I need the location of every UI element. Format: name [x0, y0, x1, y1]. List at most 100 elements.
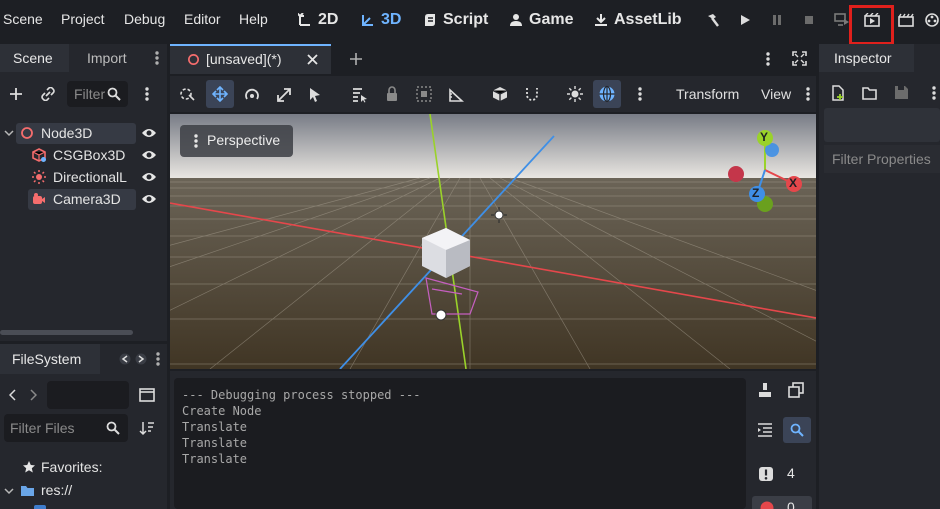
- view-menu[interactable]: View: [761, 86, 791, 102]
- movie-maker-button[interactable]: [924, 10, 940, 30]
- plus-icon: [10, 88, 22, 100]
- kebab-menu-icon[interactable]: [638, 87, 642, 101]
- close-icon[interactable]: [307, 54, 318, 65]
- new-resource-icon[interactable]: [831, 85, 845, 101]
- select-mode-icon[interactable]: [180, 87, 196, 103]
- scale-mode-icon[interactable]: [276, 87, 292, 103]
- pause-button[interactable]: [768, 10, 786, 30]
- add-tab-icon[interactable]: [349, 52, 363, 66]
- scene-tree-options-button[interactable]: [141, 84, 153, 104]
- inspector-dock: Inspector Filter Properties: [819, 44, 940, 509]
- tab-filesystem[interactable]: FileSystem: [12, 351, 81, 367]
- workspace-assetlib-button[interactable]: AssetLib: [594, 9, 682, 31]
- visibility-eye-icon[interactable]: [141, 193, 157, 205]
- cursor-icon[interactable]: [308, 87, 322, 103]
- subfolder-icon-partial: [34, 505, 46, 509]
- object-selector[interactable]: [824, 108, 940, 142]
- output-log[interactable]: --- Debugging process stopped --- Create…: [174, 378, 746, 509]
- filesystem-menu-button[interactable]: [153, 351, 163, 367]
- orientation-gizmo[interactable]: Y X Z: [722, 128, 808, 218]
- workspace-3d-button[interactable]: 3D: [361, 9, 401, 31]
- tab-scene[interactable]: Scene: [13, 50, 53, 66]
- favorites-star-icon: [23, 461, 35, 473]
- warnings-filter-button[interactable]: 4: [752, 461, 804, 487]
- run-custom-scene-button[interactable]: [896, 10, 916, 30]
- list-select-icon[interactable]: [352, 87, 368, 103]
- tree-item-csgbox3d[interactable]: CSGBox3D: [0, 144, 166, 166]
- ruler-icon[interactable]: [448, 87, 464, 103]
- search-output-button[interactable]: [783, 417, 811, 443]
- scene-tab[interactable]: [unsaved](*): [170, 44, 331, 74]
- perspective-menu-button[interactable]: Perspective: [180, 125, 293, 157]
- play-button[interactable]: [736, 10, 754, 30]
- menu-help[interactable]: Help: [239, 11, 268, 27]
- horizontal-scrollbar[interactable]: [0, 330, 133, 335]
- copy-output-icon[interactable]: [788, 382, 804, 398]
- dock-move-arrows-icon[interactable]: [118, 353, 148, 365]
- clear-output-icon[interactable]: [758, 382, 772, 398]
- visibility-eye-icon[interactable]: [141, 171, 157, 183]
- path-input[interactable]: [47, 381, 129, 409]
- res-root-item[interactable]: res://: [41, 482, 72, 498]
- folder-icon: [21, 486, 34, 496]
- move-mode-button[interactable]: [206, 80, 234, 108]
- stop-button[interactable]: [800, 10, 818, 30]
- visibility-eye-icon[interactable]: [141, 127, 157, 139]
- menu-debug[interactable]: Debug: [124, 11, 165, 27]
- script-icon: [425, 14, 435, 26]
- filter-files-input[interactable]: Filter Files: [4, 414, 128, 442]
- tab-import[interactable]: Import: [87, 50, 127, 66]
- snap-icon[interactable]: [524, 86, 540, 102]
- kebab-menu-icon[interactable]: [766, 52, 770, 66]
- node3d-icon: [21, 127, 33, 139]
- viewport-toolbar: Transform View: [170, 76, 816, 112]
- scene-dock-menu-button[interactable]: [151, 50, 163, 66]
- rotate-mode-icon[interactable]: [244, 87, 260, 103]
- nav-forward-button[interactable]: [27, 386, 39, 404]
- errors-filter-button[interactable]: 0: [752, 496, 812, 509]
- environment-preview-button[interactable]: [593, 80, 621, 108]
- search-icon: [107, 87, 121, 101]
- play-icon: [741, 15, 750, 25]
- tree-item-camera3d[interactable]: Camera3D: [0, 188, 166, 210]
- workspace-script-button[interactable]: Script: [423, 9, 488, 31]
- directional-light-icon: [32, 170, 46, 184]
- save-icon[interactable]: [894, 85, 909, 100]
- kebab-menu-icon[interactable]: [806, 87, 810, 101]
- instance-scene-button[interactable]: [38, 84, 58, 104]
- collapse-messages-icon[interactable]: [757, 422, 773, 438]
- scene-filter-input[interactable]: Filter: [67, 81, 128, 107]
- 3d-viewport[interactable]: Perspective Y X Z: [170, 114, 816, 369]
- transform-menu[interactable]: Transform: [676, 86, 739, 102]
- menu-scene[interactable]: Scene: [3, 11, 43, 27]
- menu-bar: Scene Project Debug Editor Help 2D 3D Sc…: [0, 0, 940, 45]
- local-space-icon[interactable]: [492, 86, 508, 102]
- workspace-2d-button[interactable]: 2D: [298, 9, 338, 31]
- add-node-button[interactable]: [6, 84, 26, 104]
- tree-item-node3d[interactable]: Node3D: [0, 122, 166, 144]
- nav-back-button[interactable]: [7, 386, 19, 404]
- toggle-split-mode-button[interactable]: [137, 386, 157, 404]
- menu-project[interactable]: Project: [61, 11, 105, 27]
- open-folder-icon[interactable]: [862, 86, 878, 100]
- build-button[interactable]: [704, 10, 722, 30]
- pause-icon: [773, 15, 781, 25]
- kebab-menu-icon[interactable]: [932, 86, 936, 100]
- favorites-label[interactable]: Favorites:: [41, 459, 102, 475]
- lock-icon[interactable]: [385, 86, 399, 102]
- tab-inspector[interactable]: Inspector: [834, 50, 892, 66]
- kebab-menu-icon: [155, 51, 159, 65]
- menu-editor[interactable]: Editor: [184, 11, 221, 27]
- group-icon[interactable]: [416, 86, 432, 102]
- sort-icon: [139, 422, 154, 436]
- sun-preview-icon[interactable]: [567, 86, 583, 102]
- output-panel: --- Debugging process stopped --- Create…: [170, 371, 816, 509]
- scene-dock: Scene Import Filter Node3D CSGBox3D Dire…: [0, 44, 167, 341]
- tree-item-directional-light[interactable]: DirectionalL: [0, 166, 166, 188]
- workspace-game-button[interactable]: Game: [509, 9, 573, 31]
- visibility-eye-icon[interactable]: [141, 149, 157, 161]
- distraction-free-icon[interactable]: [792, 51, 807, 66]
- filter-properties-input[interactable]: Filter Properties: [824, 145, 940, 173]
- run-current-scene-button[interactable]: [862, 10, 882, 30]
- sort-files-button[interactable]: [137, 418, 157, 438]
